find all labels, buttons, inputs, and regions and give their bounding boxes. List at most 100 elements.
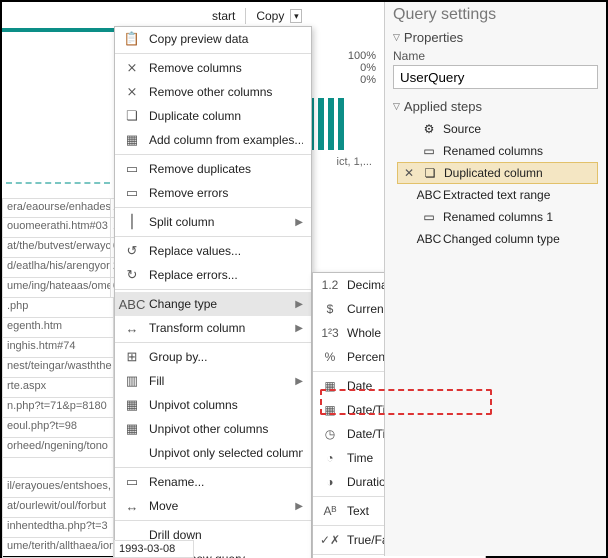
- table-cell[interactable]: [2, 458, 114, 478]
- header-accent-bar: [2, 28, 114, 32]
- remove-dup-icon: ▭: [123, 160, 141, 178]
- menu-item-remove-dup[interactable]: ▭Remove duplicates: [115, 157, 311, 181]
- menu-item-move[interactable]: ↔Move▶: [115, 494, 311, 518]
- query-settings-panel: Query settings ▽ Properties Name ▽ Appli…: [384, 2, 606, 556]
- step-label: Renamed columns: [443, 144, 543, 158]
- menu-item-remove-err[interactable]: ▭Remove errors: [115, 181, 311, 205]
- copy-button-label[interactable]: Copy: [256, 9, 284, 23]
- menu-item-unpivot-selected[interactable]: Unpivot only selected columns: [115, 441, 311, 465]
- table-cell[interactable]: eoul.php?t=98: [2, 418, 114, 438]
- menu-item-remove-cols[interactable]: ⨯Remove columns: [115, 56, 311, 80]
- table-cell[interactable]: era/eaourse/enhades,: [2, 198, 114, 218]
- step-icon: ABC: [421, 231, 437, 247]
- table-column-values: era/eaourse/enhades,ouomeerathi.htm#03at…: [2, 198, 114, 558]
- menu-item-label: Move: [149, 499, 287, 513]
- percentage-icon: %: [321, 348, 339, 366]
- step-extracted[interactable]: ✕ABCExtracted text range: [397, 184, 598, 206]
- menu-item-transform-col[interactable]: ↔Transform column▶: [115, 316, 311, 340]
- chevron-down-icon: ▽: [393, 101, 400, 112]
- truefalse-icon: ✓✗: [321, 531, 339, 549]
- table-cell[interactable]: inghis.htm#74: [2, 338, 114, 358]
- applied-steps-section-header[interactable]: ▽ Applied steps: [393, 99, 598, 114]
- replace-values-icon: ↺: [123, 242, 141, 260]
- menu-item-label: Split column: [149, 215, 287, 229]
- distribution-caption: ict, 1,...: [337, 156, 372, 168]
- submenu-arrow-icon: ▶: [295, 299, 303, 310]
- unpivot-icon: ▦: [123, 396, 141, 414]
- step-renamed[interactable]: ✕▭Renamed columns: [397, 140, 598, 162]
- menu-item-label: Rename...: [149, 475, 303, 489]
- table-cell[interactable]: d/eatlha/his/arengyor: [2, 258, 114, 278]
- table-cell[interactable]: inhentedtha.php?t=3: [2, 518, 114, 538]
- menu-item-replace-values[interactable]: ↺Replace values...: [115, 239, 311, 263]
- menu-item-add-col-examples[interactable]: ▦Add column from examples...: [115, 128, 311, 152]
- step-source[interactable]: ✕⚙Source: [397, 118, 598, 140]
- start-label: start: [212, 9, 235, 23]
- step-label: Changed column type: [443, 232, 560, 246]
- menu-item-label: Fill: [149, 374, 287, 388]
- menu-item-fill[interactable]: ▥Fill▶: [115, 369, 311, 393]
- table-cell[interactable]: orheed/ngening/tono: [2, 438, 114, 458]
- menu-item-change-type[interactable]: ABC Change type ▶: [115, 292, 311, 316]
- text-icon: Aᴮ: [321, 502, 339, 520]
- menu-item-unpivot[interactable]: ▦ Unpivot columns: [115, 393, 311, 417]
- submenu-arrow-icon: ▶: [295, 323, 303, 334]
- table-cell[interactable]: at/the/butvest/erwayc: [2, 238, 114, 258]
- datetime-icon: ▦: [321, 401, 339, 419]
- remove-other-cols-icon: ⨯: [123, 83, 141, 101]
- menu-item-duplicate-col[interactable]: ❏Duplicate column: [115, 104, 311, 128]
- properties-label: Properties: [404, 30, 463, 45]
- menu-item-replace-errors[interactable]: ↻Replace errors...: [115, 263, 311, 287]
- step-changedtype[interactable]: ✕ABCChanged column type: [397, 228, 598, 250]
- date-cell[interactable]: 1993-03-08: [114, 540, 194, 558]
- step-renamed1[interactable]: ✕▭Renamed columns 1: [397, 206, 598, 228]
- add-col-examples-icon: ▦: [123, 131, 141, 149]
- table-cell[interactable]: rte.aspx: [2, 378, 114, 398]
- step-duplicated[interactable]: ✕❏Duplicated column: [397, 162, 598, 184]
- table-cell[interactable]: at/ourlewit/oul/forbut: [2, 498, 114, 518]
- table-cell[interactable]: nest/teingar/wasththe: [2, 358, 114, 378]
- table-cell[interactable]: egenth.htm: [2, 318, 114, 338]
- applied-steps-label: Applied steps: [404, 99, 482, 114]
- decimal-icon: 1.2: [321, 276, 339, 294]
- menu-item-remove-other-cols[interactable]: ⨯Remove other columns: [115, 80, 311, 104]
- unpivot-selected-icon: [123, 444, 141, 462]
- table-cell[interactable]: n.php?t=71&p=8180: [2, 398, 114, 418]
- remove-cols-icon: ⨯: [123, 59, 141, 77]
- menu-item-split-col[interactable]: ⎮Split column▶: [115, 210, 311, 234]
- stat-0a: 0%: [348, 62, 376, 74]
- separator: [245, 8, 246, 24]
- date-icon: ▦: [321, 377, 339, 395]
- properties-section-header[interactable]: ▽ Properties: [393, 30, 598, 45]
- step-icon: ABC: [421, 187, 437, 203]
- table-cell[interactable]: ume/terith/allthaea/ionyouarewa: [2, 538, 114, 558]
- menu-item-group-by[interactable]: ⊞Group by...: [115, 345, 311, 369]
- split-col-icon: ⎮: [123, 213, 141, 231]
- step-icon: ❏: [422, 165, 438, 181]
- delete-step-icon[interactable]: ✕: [402, 166, 416, 180]
- chevron-down-icon: ▽: [393, 32, 400, 43]
- change-type-icon: ABC: [123, 295, 141, 313]
- step-icon: ⚙: [421, 121, 437, 137]
- table-cell[interactable]: ume/ing/hateaas/ome: [2, 278, 114, 298]
- menu-item-label: Unpivot only selected columns: [149, 446, 303, 460]
- copy-dropdown-icon[interactable]: ▾: [290, 9, 302, 23]
- remove-err-icon: ▭: [123, 184, 141, 202]
- query-name-input[interactable]: [393, 65, 598, 89]
- group-by-icon: ⊞: [123, 348, 141, 366]
- menu-item-label: Change type: [149, 297, 287, 311]
- table-cell[interactable]: il/erayoues/entshoes,: [2, 478, 114, 498]
- column-context-menu[interactable]: 📋Copy preview data ⨯Remove columns⨯Remove…: [114, 26, 312, 558]
- menu-item-label: Unpivot other columns: [149, 422, 303, 436]
- table-cell[interactable]: ouomeerathi.htm#03: [2, 218, 114, 238]
- rename-icon: ▭: [123, 473, 141, 491]
- toolbar-strip: start Copy ▾: [212, 8, 302, 24]
- table-cell[interactable]: .php: [2, 298, 114, 318]
- menu-item-rename[interactable]: ▭ Rename...: [115, 470, 311, 494]
- step-label: Renamed columns 1: [443, 210, 553, 224]
- whole-icon: 1²3: [321, 324, 339, 342]
- submenu-arrow-icon: ▶: [295, 376, 303, 387]
- menu-item-label: Unpivot columns: [149, 398, 303, 412]
- menu-item-copy-preview[interactable]: 📋Copy preview data: [115, 27, 311, 51]
- menu-item-unpivot-other[interactable]: ▦Unpivot other columns: [115, 417, 311, 441]
